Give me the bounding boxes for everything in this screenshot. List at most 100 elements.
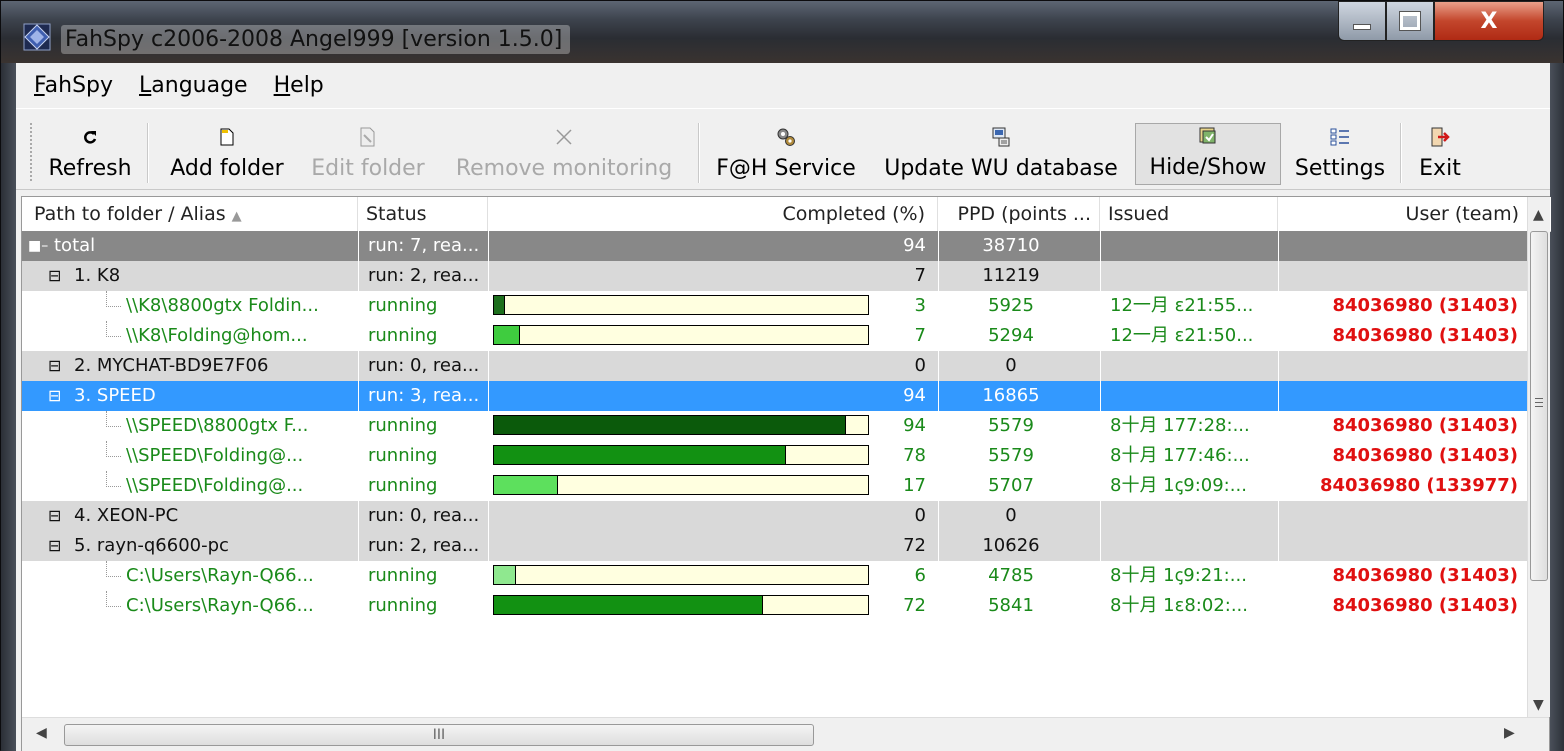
ppd-cell: 5925 bbox=[988, 295, 1034, 316]
group-row[interactable]: ⊟ 3. SPEED run: 3, rea... 94 16865 bbox=[22, 381, 1527, 411]
issued-cell: 12一月 ɛ21:50... bbox=[1110, 325, 1254, 346]
fah-service-button[interactable]: F@H Service bbox=[708, 123, 864, 185]
collapse-toggle-icon[interactable]: ⊟ bbox=[48, 381, 61, 411]
remove-monitoring-button[interactable]: Remove monitoring bbox=[444, 123, 684, 185]
list-item[interactable]: \\SPEED\Folding@... running 78 5579 8十月 177:… bbox=[22, 441, 1527, 471]
update-wu-database-button[interactable]: Update WU database bbox=[874, 123, 1128, 185]
toolbar-grip[interactable] bbox=[30, 123, 36, 181]
menu-language[interactable]: Language bbox=[139, 73, 248, 98]
settings-button[interactable]: Settings bbox=[1288, 123, 1392, 185]
list-item[interactable]: \\SPEED\Folding@... running 17 5707 8十月 1ꞔ9:… bbox=[22, 471, 1527, 501]
scroll-left-icon[interactable]: ◀ bbox=[36, 725, 47, 741]
column-divider bbox=[358, 381, 359, 411]
completed-cell: 94 bbox=[903, 415, 926, 436]
close-button[interactable]: X bbox=[1434, 1, 1544, 41]
title-bar[interactable]: FahSpy c2006-2008 Angel999 [version 1.5.… bbox=[1, 1, 1563, 63]
refresh-button[interactable]: Refresh bbox=[40, 123, 140, 185]
window-border-left bbox=[1, 63, 16, 751]
user-team-cell bbox=[1278, 231, 1518, 261]
col-header-issued[interactable]: Issued bbox=[1100, 197, 1278, 231]
col-header-ppd[interactable]: PPD (points ... bbox=[938, 197, 1100, 231]
hide-show-button[interactable]: Hide/Show bbox=[1135, 123, 1281, 185]
status-cell: run: 0, rea... bbox=[368, 505, 480, 526]
list-item[interactable]: \\K8\Folding@hom... running 7 5294 12一月 ɛ21:… bbox=[22, 321, 1527, 351]
ppd-cell: 16865 bbox=[982, 385, 1040, 406]
progress-track bbox=[493, 295, 869, 315]
window-title: FahSpy c2006-2008 Angel999 [version 1.5.… bbox=[61, 25, 571, 54]
col-header-status[interactable]: Status bbox=[358, 197, 488, 231]
column-divider bbox=[488, 261, 489, 291]
ppd-cell: 10626 bbox=[982, 535, 1040, 556]
column-divider bbox=[1100, 561, 1101, 591]
list-item[interactable]: C:\Users\Rayn-Q66... running 72 5841 8十月 1ɛ8… bbox=[22, 591, 1527, 621]
horizontal-scroll-thumb[interactable]: III bbox=[64, 724, 814, 746]
column-divider bbox=[488, 471, 489, 501]
group-row[interactable]: ⊟ 5. rayn-q6600-pc run: 2, rea... 72 10626 bbox=[22, 531, 1527, 561]
ppd-cell: 5579 bbox=[988, 445, 1034, 466]
scroll-down-icon[interactable]: ▼ bbox=[1533, 697, 1544, 713]
collapse-toggle-icon[interactable]: ⊟ bbox=[48, 351, 61, 381]
column-divider bbox=[938, 411, 939, 441]
col-header-completed[interactable]: Completed (%) bbox=[488, 197, 938, 231]
collapse-toggle-icon[interactable]: ⊟ bbox=[48, 501, 61, 531]
path-cell: 5. rayn-q6600-pc bbox=[74, 535, 229, 556]
exit-button[interactable]: Exit bbox=[1408, 123, 1472, 185]
column-divider bbox=[938, 291, 939, 321]
progress-bar bbox=[488, 471, 874, 501]
column-divider bbox=[1100, 471, 1101, 501]
path-cell: C:\Users\Rayn-Q66... bbox=[126, 595, 314, 616]
list-item[interactable]: \\SPEED\8800gtx F... running 94 5579 8十月 177… bbox=[22, 411, 1527, 441]
ppd-cell: 5707 bbox=[988, 475, 1034, 496]
toolbar-separator bbox=[147, 123, 149, 183]
column-divider bbox=[1100, 441, 1101, 471]
completed-cell: 78 bbox=[903, 445, 926, 466]
progress-fill bbox=[494, 596, 764, 614]
folder-list[interactable]: Path to folder / Alias ▲ Status Complete… bbox=[21, 196, 1551, 751]
completed-cell: 72 bbox=[903, 535, 926, 556]
menu-help[interactable]: Help bbox=[274, 73, 324, 98]
app-window: FahSpy c2006-2008 Angel999 [version 1.5.… bbox=[0, 0, 1564, 751]
menu-fahspy[interactable]: FahSpy bbox=[34, 73, 113, 98]
progress-track bbox=[493, 475, 869, 495]
ppd-cell: 5579 bbox=[988, 415, 1034, 436]
tree-line bbox=[106, 561, 121, 577]
issued-cell: 12一月 ɛ21:55... bbox=[1110, 295, 1254, 316]
column-divider bbox=[358, 561, 359, 591]
scroll-right-icon[interactable]: ▶ bbox=[1504, 725, 1515, 741]
minimize-button[interactable] bbox=[1338, 1, 1386, 41]
group-row[interactable]: ⊟ 2. MYCHAT-BD9E7F06 run: 0, rea... 0 0 bbox=[22, 351, 1527, 381]
edit-folder-button[interactable]: Edit folder bbox=[304, 123, 432, 185]
total-row[interactable]: ■– total run: 7, rea... 94 38710 bbox=[22, 231, 1527, 261]
issued-cell bbox=[1110, 231, 1278, 261]
column-divider bbox=[488, 291, 489, 321]
collapse-toggle-icon[interactable]: ■– bbox=[28, 231, 48, 261]
toolbar: Refresh Add folder Edit folder Remove mo… bbox=[16, 108, 1550, 190]
user-team-cell bbox=[1278, 381, 1518, 411]
list-item[interactable]: \\K8\8800gtx Foldin... running 3 5925 12一月 ɛ… bbox=[22, 291, 1527, 321]
maximize-button[interactable] bbox=[1386, 1, 1434, 41]
collapse-toggle-icon[interactable]: ⊟ bbox=[48, 531, 61, 561]
column-divider bbox=[358, 591, 359, 621]
status-cell: run: 0, rea... bbox=[368, 355, 480, 376]
refresh-icon bbox=[84, 131, 97, 144]
column-divider bbox=[1100, 591, 1101, 621]
add-folder-button[interactable]: Add folder bbox=[162, 123, 292, 185]
col-header-path[interactable]: Path to folder / Alias ▲ bbox=[22, 197, 358, 231]
gears-icon bbox=[777, 128, 795, 146]
completed-cell: 94 bbox=[903, 385, 926, 406]
tree-line bbox=[106, 321, 121, 337]
issued-cell: 8十月 177:46:... bbox=[1110, 445, 1250, 466]
vertical-scrollbar[interactable]: ▲ ▼ bbox=[1527, 197, 1550, 717]
group-row[interactable]: ⊟ 1. K8 run: 2, rea... 7 11219 bbox=[22, 261, 1527, 291]
user-team-cell: 84036980 (31403) bbox=[1332, 415, 1518, 436]
col-header-user[interactable]: User (team) bbox=[1278, 197, 1528, 231]
ppd-cell: 38710 bbox=[982, 235, 1040, 256]
scroll-up-icon[interactable]: ▲ bbox=[1533, 207, 1544, 223]
vertical-scroll-thumb[interactable] bbox=[1530, 231, 1548, 581]
group-row[interactable]: ⊟ 4. XEON-PC run: 0, rea... 0 0 bbox=[22, 501, 1527, 531]
toolbar-separator bbox=[1400, 123, 1402, 183]
column-divider bbox=[1100, 411, 1101, 441]
collapse-toggle-icon[interactable]: ⊟ bbox=[48, 261, 61, 291]
list-item[interactable]: C:\Users\Rayn-Q66... running 6 4785 8十月 1ꞔ9:… bbox=[22, 561, 1527, 591]
horizontal-scrollbar[interactable]: ◀ III ▶ bbox=[22, 717, 1549, 751]
